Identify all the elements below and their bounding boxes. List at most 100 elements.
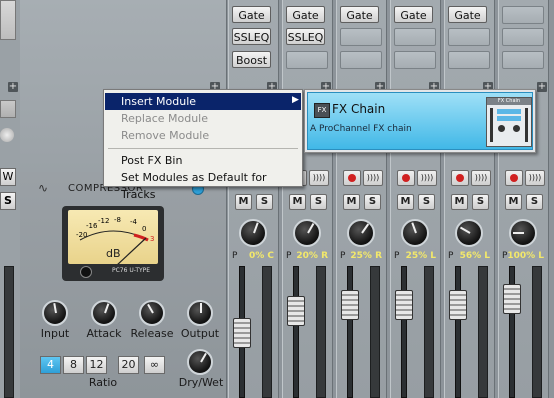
module-slot-button[interactable]: Gate (394, 6, 433, 23)
ratio-button-20[interactable]: 20 (118, 356, 139, 374)
menu-item-post-fx-bin[interactable]: Post FX Bin (105, 152, 301, 169)
empty-module-slot[interactable] (394, 51, 436, 69)
output-knob[interactable] (187, 300, 213, 326)
ratio-button-8[interactable]: 8 (63, 356, 84, 374)
vu-tick-label: -20 (76, 231, 88, 239)
left-module-slot-2[interactable] (0, 100, 16, 118)
left-s-button[interactable]: S (0, 192, 16, 210)
input-echo-button[interactable]: )))) (525, 170, 545, 186)
ratio-button-12[interactable]: 12 (86, 356, 107, 374)
pan-knob[interactable] (509, 219, 537, 247)
track-strip: Gate +)))) M S P 25% R (336, 0, 387, 398)
left-knob[interactable] (0, 128, 14, 142)
ratio-label: Ratio (88, 376, 118, 389)
pan-knob[interactable] (293, 219, 321, 247)
pan-knob[interactable] (347, 219, 375, 247)
fx-chain-description: A ProChannel FX chain (310, 124, 412, 134)
solo-button[interactable]: S (256, 194, 273, 210)
module-slot-button[interactable]: Gate (448, 6, 487, 23)
solo-button[interactable]: S (418, 194, 435, 210)
empty-module-slot[interactable] (448, 51, 490, 69)
module-slot-button[interactable]: Gate (232, 6, 271, 23)
pan-knob[interactable] (455, 219, 483, 247)
empty-module-slot[interactable] (340, 28, 382, 46)
empty-module-slot[interactable] (502, 28, 544, 46)
menu-item-insert-module[interactable]: Insert Module (105, 93, 301, 110)
solo-button[interactable]: S (310, 194, 327, 210)
left-w-button[interactable]: W (0, 168, 16, 186)
solo-button[interactable]: S (526, 194, 543, 210)
fx-chain-title: FX Chain (332, 102, 386, 116)
left-track-strip-edge: + W S (0, 0, 21, 398)
empty-module-slot[interactable] (394, 28, 436, 46)
solo-button[interactable]: S (472, 194, 489, 210)
add-module-button[interactable]: + (537, 82, 547, 92)
release-knob[interactable] (139, 300, 165, 326)
level-meter (370, 266, 380, 398)
volume-fader[interactable] (449, 290, 467, 320)
mute-button[interactable]: M (451, 194, 468, 210)
volume-fader[interactable] (503, 284, 521, 314)
vu-tick-label: -16 (86, 222, 98, 230)
dry-wet-knob[interactable] (187, 349, 213, 375)
left-meter (4, 266, 14, 398)
mute-button[interactable]: M (397, 194, 414, 210)
attack-knob[interactable] (91, 300, 117, 326)
volume-fader[interactable] (287, 296, 305, 326)
record-arm-button[interactable] (397, 170, 415, 186)
left-module-slot[interactable] (0, 0, 16, 40)
mute-button[interactable]: M (235, 194, 252, 210)
volume-fader[interactable] (395, 290, 413, 320)
level-meter (532, 266, 542, 398)
pan-knob[interactable] (401, 219, 429, 247)
vu-unit-label: dB (106, 247, 121, 260)
fader-track (293, 266, 299, 398)
track-strip: Gate +)))) M S P 25% L (390, 0, 441, 398)
vu-tick-label: -4 (130, 218, 137, 226)
module-slot-button[interactable]: SSLEQ (232, 28, 271, 45)
module-slot-button[interactable]: Gate (340, 6, 379, 23)
mute-button[interactable]: M (505, 194, 522, 210)
pan-value-label: 0% C (248, 251, 274, 261)
left-add-module-button[interactable]: + (8, 82, 18, 92)
menu-item-replace-module: Replace Module (105, 110, 301, 127)
empty-module-slot[interactable] (340, 51, 382, 69)
volume-fader[interactable] (233, 318, 251, 348)
empty-module-slot[interactable] (448, 28, 490, 46)
level-meter (316, 266, 326, 398)
empty-module-slot[interactable] (502, 6, 544, 24)
mute-button[interactable]: M (289, 194, 306, 210)
record-arm-button[interactable] (343, 170, 361, 186)
pan-value-label: 25% L (405, 251, 436, 261)
fx-preview-knob (513, 125, 520, 132)
pan-value-label: 25% R (350, 251, 382, 261)
level-meter (424, 266, 434, 398)
vu-meter: -20 -16 -12 -8 -4 0 3 dB PC76 U-TYPE (62, 206, 164, 281)
pan-value-label: 56% L (459, 251, 490, 261)
module-slot-button[interactable]: Boost (232, 51, 271, 68)
input-knob[interactable] (42, 300, 68, 326)
ratio-button-4[interactable]: 4 (40, 356, 61, 374)
mute-button[interactable]: M (343, 194, 360, 210)
pan-knob[interactable] (239, 219, 267, 247)
input-echo-button[interactable]: )))) (309, 170, 329, 186)
record-arm-button[interactable] (451, 170, 469, 186)
ratio-button-infinity[interactable]: ∞ (144, 356, 165, 374)
pan-prefix-label: P (448, 251, 454, 261)
solo-button[interactable]: S (364, 194, 381, 210)
record-arm-button[interactable] (505, 170, 523, 186)
track-strip: GateSSLEQBoost+))))MSP0% C (228, 0, 279, 398)
fx-chain-option[interactable]: FX FX Chain A ProChannel FX chain FX Cha… (307, 92, 533, 150)
pan-value-label: 20% R (296, 251, 328, 261)
menu-item-set-modules-default[interactable]: Set Modules as Default for Tracks (105, 169, 301, 201)
volume-fader[interactable] (341, 290, 359, 320)
empty-module-slot[interactable] (286, 51, 328, 69)
empty-module-slot[interactable] (502, 51, 544, 69)
fx-chain-preview: FX Chain (486, 97, 532, 147)
module-slot-button[interactable]: Gate (286, 6, 325, 23)
fader-track (455, 266, 461, 398)
input-echo-button[interactable]: )))) (417, 170, 437, 186)
input-echo-button[interactable]: )))) (363, 170, 383, 186)
module-slot-button[interactable]: SSLEQ (286, 28, 325, 45)
input-echo-button[interactable]: )))) (471, 170, 491, 186)
